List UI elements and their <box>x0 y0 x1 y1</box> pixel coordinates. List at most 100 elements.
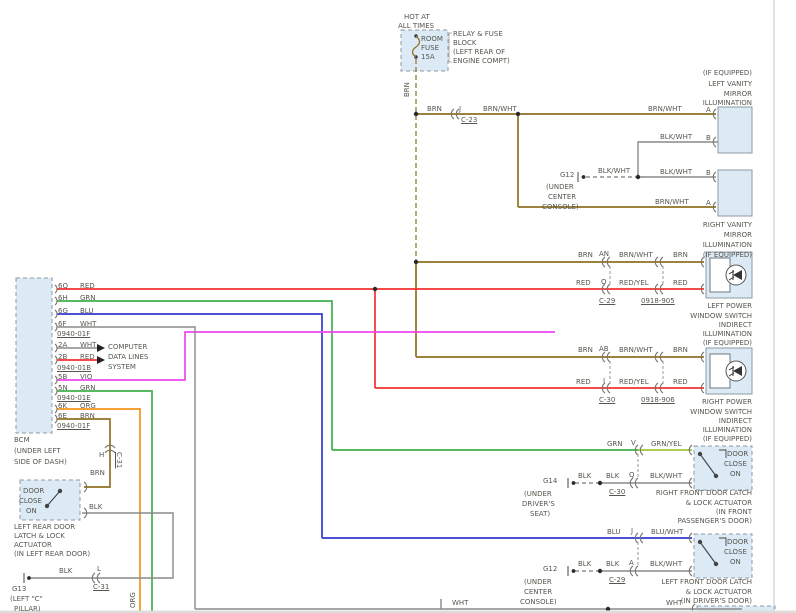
terminal-o: O <box>601 279 607 286</box>
terminal-q: Q <box>629 472 635 479</box>
bcm-loc-2: SIDE OF DASH) <box>14 459 67 466</box>
wire-label-red: RED <box>673 379 688 386</box>
wire-label-blk: BLK <box>606 473 619 480</box>
bcm-pin-color: WHT <box>80 342 96 349</box>
rf-latch-label-1: RIGHT FRONT DOOR LATCH <box>656 490 752 497</box>
computer-note-2: DATA LINES <box>108 354 148 361</box>
bcm-pin-id: 5N <box>58 385 68 392</box>
terminal-i: I <box>603 378 605 385</box>
terminal-j: J <box>631 528 633 535</box>
wire-label-blk: BLK <box>578 561 591 568</box>
bcm-connector-label-1: 0940-01F <box>57 331 90 338</box>
left-pw-label-2: WINDOW SWITCH <box>690 313 752 320</box>
connector-0918-906: 0918-906 <box>641 397 675 404</box>
wire-label-org-vert: ORG <box>130 592 137 608</box>
wire-label-blkwht: BLK/WHT <box>598 168 630 175</box>
wire-label-red: RED <box>576 379 591 386</box>
connector-c31: C-31 <box>93 584 109 591</box>
fuse-name-1: ROOM <box>421 36 443 43</box>
wire-label-brn: BRN <box>673 347 688 354</box>
switch-arms <box>45 450 726 566</box>
wire-gray-dashed <box>575 177 636 571</box>
computer-note-1: COMPUTER <box>108 344 147 351</box>
door-close-label-1: DOOR <box>727 539 748 546</box>
bcm-pin-id: 5B <box>58 374 67 381</box>
ground-g12-loc-1: (UNDER <box>546 184 574 191</box>
wire-label-brnwht: BRN/WHT <box>655 199 689 206</box>
left-vanity-label-3: MIRROR <box>724 91 752 98</box>
bcm-connector-box <box>16 278 52 433</box>
ground-g13-loc-1: (LEFT "C" <box>10 596 43 603</box>
bcm-pin-id: 2A <box>58 342 67 349</box>
bcm-pin-color: RED <box>80 354 95 361</box>
relay-block-2: BLOCK <box>453 40 476 47</box>
wire-label-brnwht: BRN/WHT <box>648 106 682 113</box>
bcm-pin-id: 6F <box>58 321 66 328</box>
bcm-pin-id: 6H <box>58 295 68 302</box>
terminal-a: A <box>706 107 711 114</box>
rf-latch-label-3: (IN FRONT <box>716 509 752 516</box>
ground-g13-label: G13 <box>12 586 26 593</box>
terminal-h: H <box>99 452 104 459</box>
right-pw-label-5: (IF EQUIPPED) <box>703 436 752 443</box>
lf-latch-label-1: LEFT FRONT DOOR LATCH <box>661 579 752 586</box>
right-vanity-label-3: ILLUMINATION <box>703 242 752 249</box>
wire-label-brnwht: BRN/WHT <box>619 252 653 259</box>
door-close-label-3: ON <box>730 559 741 566</box>
connector-c30: C-30 <box>599 397 615 404</box>
label-bracket <box>449 33 452 62</box>
fuse-name-2: FUSE <box>421 45 439 52</box>
bcm-connector-label-4: 0940-01F <box>57 423 90 430</box>
ground-g14-loc-2: DRIVER'S <box>522 501 555 508</box>
hot-at-label: HOT AT <box>404 14 430 21</box>
connector-c30: C-30 <box>609 489 625 496</box>
bcm-pin-color: BLU <box>80 308 93 315</box>
wire-label-blkwht: BLK/WHT <box>660 169 692 176</box>
wire-label-bluwht: BLU/WHT <box>651 529 683 536</box>
bcm-pin-color: ORG <box>80 403 96 410</box>
terminal-b: B <box>706 170 711 177</box>
wire-label-wht: WHT <box>666 600 682 607</box>
ground-g12-label: G12 <box>560 172 574 179</box>
wire-label-brn-vert: BRN <box>404 82 411 97</box>
right-pw-label-2: WINDOW SWITCH <box>690 409 752 416</box>
wire-label-blk: BLK <box>606 561 619 568</box>
left-vanity-label-2: LEFT VANITY <box>708 81 752 88</box>
wire-label-blkwht: BLK/WHT <box>650 473 682 480</box>
terminal-an: AN <box>599 251 609 258</box>
ground-g12-label: G12 <box>543 566 557 573</box>
rf-latch-label-2: & LOCK ACTUATOR <box>686 500 752 507</box>
right-vanity-box <box>718 170 752 216</box>
bcm-connector-label-3: 0940-01E <box>57 395 91 402</box>
wire-label-brnwht: BRN/WHT <box>483 106 517 113</box>
ground-g12-loc-3: CONSOLE) <box>542 204 579 211</box>
terminal-b: B <box>706 135 711 142</box>
connector-0918-905: 0918-905 <box>641 298 675 305</box>
wire-label-red: RED <box>576 280 591 287</box>
left-pw-label-1: LEFT POWER <box>707 303 752 310</box>
wire-label-brnwht: BRN/WHT <box>619 347 653 354</box>
wire-label-brn: BRN <box>673 252 688 259</box>
bcm-connector-label-2: 0940-01B <box>57 365 91 372</box>
left-vanity-label-1: (IF EQUIPPED) <box>703 70 752 77</box>
right-pw-label-4: ILLUMINATION <box>703 427 752 434</box>
computer-data-arrow-1 <box>97 344 105 352</box>
bcm-pin-id: 6G <box>58 308 68 315</box>
lr-latch-label-2: LATCH & LOCK <box>14 533 65 540</box>
wire-label-blk: BLK <box>59 568 72 575</box>
ground-g13-loc-2: PILLAR) <box>14 606 41 613</box>
terminal-j: J <box>459 106 461 113</box>
connector-c31-vert: C-31 <box>115 452 122 468</box>
ground-g12-loc-2: CENTER <box>524 589 552 596</box>
bcm-pin-color: RED <box>80 283 95 290</box>
bcm-pin-id: 6Q <box>58 283 68 290</box>
wire-label-grnyel: GRN/YEL <box>651 441 681 448</box>
ground-g14-loc-1: (UNDER <box>524 491 552 498</box>
door-close-label-1: DOOR <box>727 451 748 458</box>
relay-block-1: RELAY & FUSE <box>453 31 503 38</box>
all-times-label: ALL TIMES <box>398 23 434 30</box>
ground-g12-loc-1: (UNDER <box>524 579 552 586</box>
wire-label-red: RED <box>673 280 688 287</box>
computer-data-arrow-2 <box>97 356 105 364</box>
connector-c23: C-23 <box>461 117 477 124</box>
